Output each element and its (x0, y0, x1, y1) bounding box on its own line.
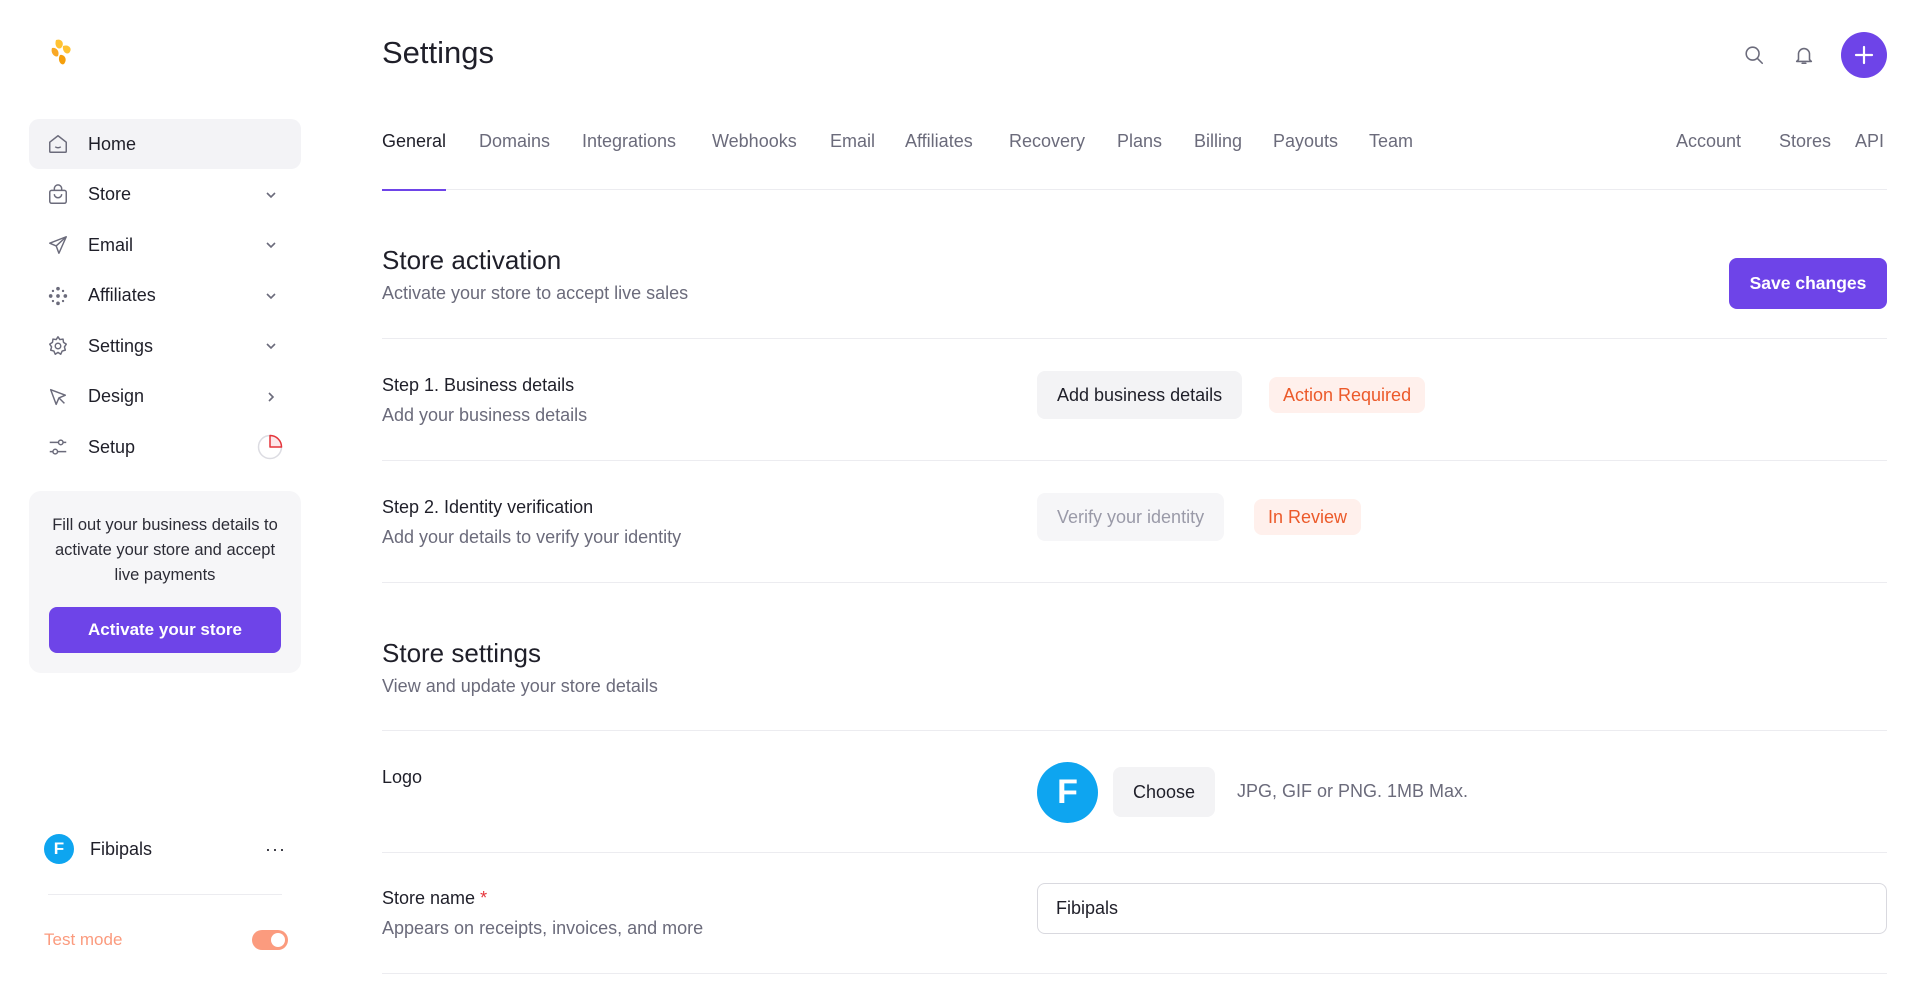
tab-recovery[interactable]: Recovery (1009, 131, 1085, 190)
sidebar-item-design[interactable]: Design (29, 372, 301, 422)
plus-icon (1854, 45, 1874, 65)
logo-label: Logo (382, 767, 423, 787)
tab-plans[interactable]: Plans (1117, 131, 1162, 190)
sidebar-item-label: Home (88, 133, 137, 154)
sidebar-item-setup[interactable]: Setup (29, 422, 301, 472)
sidebar-divider (48, 894, 282, 895)
sidebar-item-affiliates[interactable]: Affiliates (29, 271, 301, 321)
divider (382, 973, 1887, 974)
divider (382, 582, 1887, 583)
top-actions (1741, 32, 1887, 78)
page-title: Settings (382, 35, 495, 70)
store-name-label-text: Store name (382, 888, 476, 908)
verify-identity-button[interactable]: Verify your identity (1037, 493, 1225, 541)
action-required-badge: Action Required (1269, 377, 1426, 413)
chevron-down-icon (263, 288, 279, 304)
sidebar-item-label: Settings (88, 335, 154, 356)
divider (382, 338, 1887, 339)
sidebar-item-email[interactable]: Email (29, 220, 301, 270)
cursor-arrow-icon (46, 385, 70, 409)
store-activation-subtitle: Activate your store to accept live sales (382, 283, 689, 303)
tab-general[interactable]: General (382, 131, 447, 191)
activation-promo-card: Fill out your business details to activa… (29, 491, 301, 673)
tab-domains[interactable]: Domains (479, 131, 550, 190)
settings-tabs: General Domains Integrations Webhooks Em… (382, 131, 1887, 191)
chevron-down-icon (263, 237, 279, 253)
chevron-right-icon (263, 389, 279, 405)
toggle-knob (271, 933, 285, 947)
step2-title: Step 2. Identity verification (382, 497, 594, 517)
store-avatar: F (44, 834, 74, 864)
add-business-details-button[interactable]: Add business details (1037, 371, 1243, 419)
sidebar-item-store[interactable]: Store (29, 170, 301, 220)
tab-stores[interactable]: Stores (1779, 131, 1831, 190)
create-new-button[interactable] (1841, 32, 1887, 78)
tab-billing[interactable]: Billing (1194, 131, 1242, 190)
send-icon (46, 233, 70, 257)
shopping-bag-icon (46, 183, 70, 207)
sidebar-item-label: Affiliates (88, 285, 156, 305)
sidebar-item-label: Setup (88, 436, 136, 457)
test-mode-label: Test mode (44, 930, 123, 949)
divider (382, 460, 1887, 461)
store-name-input[interactable] (1037, 883, 1887, 934)
store-switcher[interactable]: F Fibipals ··· (44, 834, 286, 864)
in-review-badge: In Review (1254, 499, 1362, 535)
sliders-icon (46, 435, 70, 459)
tab-integrations[interactable]: Integrations (582, 131, 676, 190)
store-name-subtitle: Appears on receipts, invoices, and more (382, 918, 704, 938)
sidebar-item-label: Email (88, 234, 134, 255)
sidebar-item-home[interactable]: Home (29, 119, 301, 169)
more-options-icon[interactable]: ··· (265, 839, 286, 860)
chevron-down-icon (263, 187, 279, 203)
sidebar-item-settings[interactable]: Settings (29, 321, 301, 371)
choose-logo-button[interactable]: Choose (1113, 767, 1216, 817)
store-activation-title: Store activation (382, 245, 562, 275)
tab-account[interactable]: Account (1676, 131, 1741, 190)
chevron-down-icon (263, 338, 279, 354)
step1-subtitle: Add your business details (382, 405, 588, 425)
home-icon (46, 132, 70, 156)
save-changes-button[interactable]: Save changes (1729, 258, 1887, 309)
test-mode-row: Test mode (44, 930, 288, 950)
sidebar-item-label: Design (88, 386, 145, 406)
tab-webhooks[interactable]: Webhooks (712, 131, 797, 190)
tab-affiliates[interactable]: Affiliates (905, 131, 973, 190)
step2-subtitle: Add your details to verify your identity (382, 527, 682, 547)
affiliates-dots-icon (46, 284, 70, 308)
test-mode-toggle[interactable] (252, 930, 288, 950)
store-name-label: Store name * (382, 888, 487, 909)
sidebar: Home Store Email Affiliates Settings Des… (0, 0, 330, 986)
store-name-label: Fibipals (90, 838, 153, 859)
tab-api[interactable]: API (1855, 131, 1884, 190)
gear-icon (46, 334, 70, 358)
bell-icon[interactable] (1791, 42, 1817, 68)
store-logo-avatar: F (1037, 762, 1098, 823)
main-content: Settings General Domains Integrations We… (382, 0, 1887, 986)
step1-title: Step 1. Business details (382, 375, 575, 395)
promo-text: Fill out your business details to activa… (52, 516, 278, 584)
brand-logo-icon[interactable] (46, 36, 76, 72)
store-settings-subtitle: View and update your store details (382, 676, 658, 696)
required-mark: * (480, 888, 488, 908)
tab-email[interactable]: Email (830, 131, 875, 190)
divider (382, 730, 1887, 731)
logo-file-hint: JPG, GIF or PNG. 1MB Max. (1237, 781, 1469, 801)
store-settings-title: Store settings (382, 638, 541, 668)
sidebar-nav: Home Store Email Affiliates Settings Des… (29, 119, 301, 473)
search-icon[interactable] (1741, 42, 1767, 68)
activate-store-button[interactable]: Activate your store (49, 607, 281, 653)
setup-progress-icon (257, 434, 283, 460)
divider (382, 852, 1887, 853)
tab-team[interactable]: Team (1369, 131, 1413, 190)
tab-payouts[interactable]: Payouts (1273, 131, 1338, 190)
sidebar-item-label: Store (88, 184, 132, 204)
